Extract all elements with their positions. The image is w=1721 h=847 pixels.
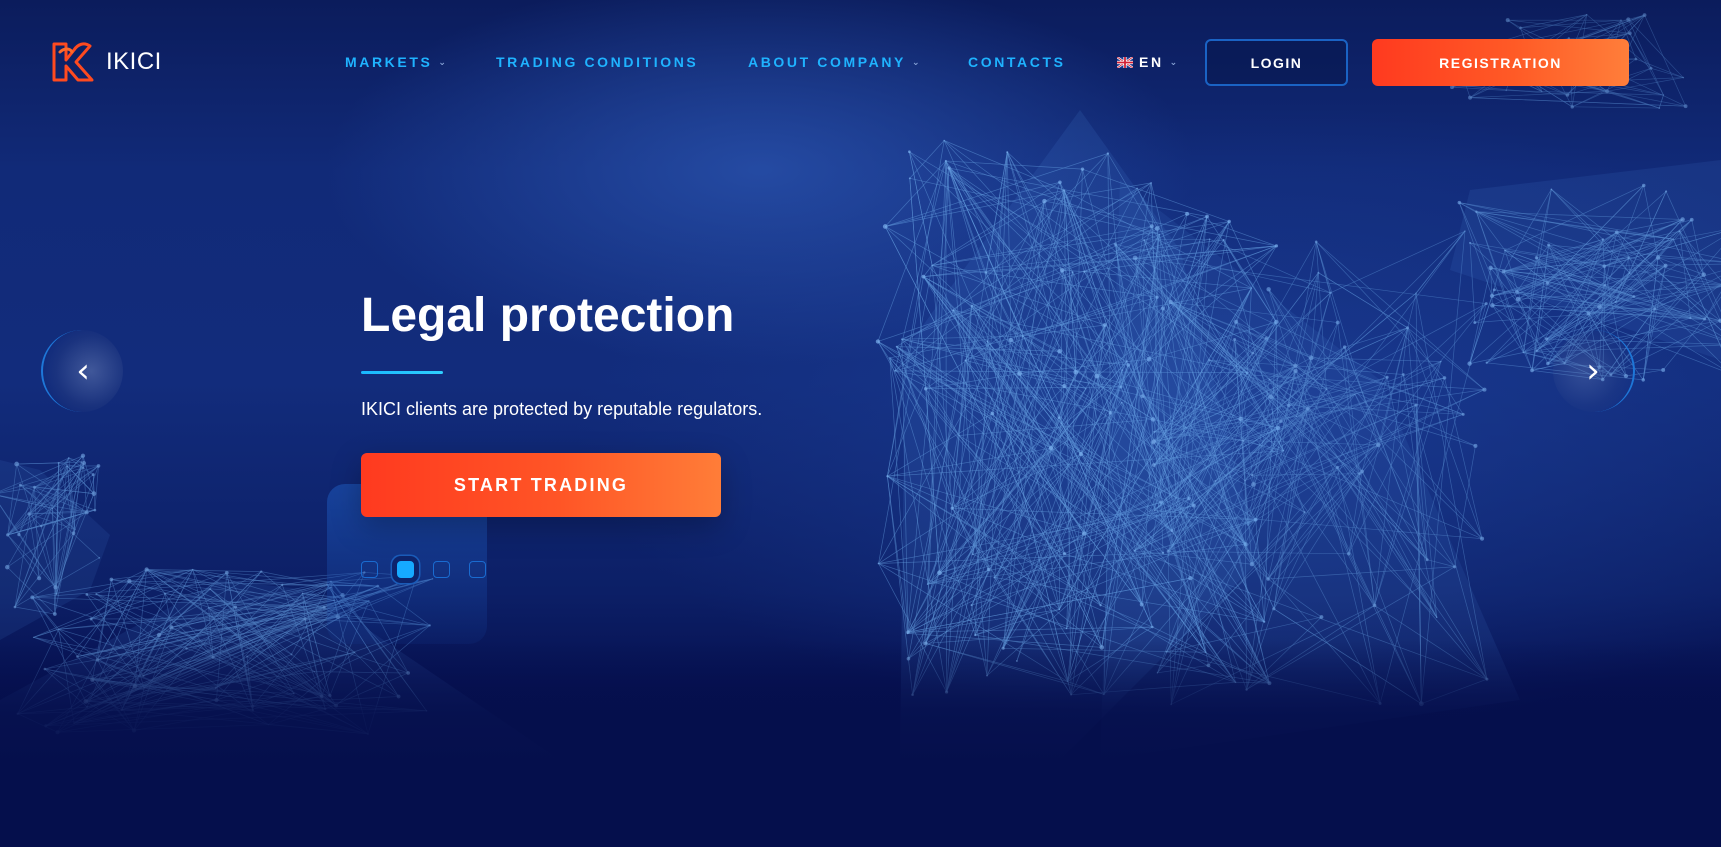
site-header: IKICI MARKETS ⌄ TRADING CONDITIONS ABOUT… [0, 0, 1721, 124]
chevron-down-icon: ⌄ [911, 56, 920, 67]
chevron-down-icon: ⌄ [1169, 56, 1178, 67]
slider-dot-1[interactable] [361, 561, 378, 578]
chevron-right-icon: › [1586, 351, 1600, 391]
nav-item-label: ABOUT COMPANY [748, 54, 906, 70]
slider-dot-3[interactable] [433, 561, 450, 578]
hero-section [0, 0, 1721, 847]
slider-next-button[interactable]: › [1553, 330, 1635, 412]
slider-dot-2[interactable] [397, 561, 414, 578]
logo-text: IKICI [106, 48, 162, 75]
uk-flag-icon [1117, 56, 1133, 68]
registration-button[interactable]: REGISTRATION [1372, 39, 1629, 86]
nav-item-markets[interactable]: MARKETS ⌄ [345, 54, 446, 70]
title-underline [361, 371, 443, 374]
slider-dot-4[interactable] [469, 561, 486, 578]
nav-item-about-company[interactable]: ABOUT COMPANY ⌄ [748, 54, 920, 70]
login-button[interactable]: LOGIN [1205, 39, 1348, 86]
chevron-down-icon: ⌄ [438, 56, 446, 67]
chevron-left-icon: ‹ [76, 351, 90, 391]
k-logo-icon [52, 42, 94, 82]
logo[interactable]: IKICI [50, 40, 162, 84]
nav-item-label: TRADING CONDITIONS [496, 54, 699, 70]
slide-description: IKICI clients are protected by reputable… [361, 399, 763, 419]
nav-item-contacts[interactable]: CONTACTS [968, 54, 1066, 70]
nav-item-trading-conditions[interactable]: TRADING CONDITIONS [496, 54, 698, 70]
slider-prev-button[interactable]: ‹ [41, 330, 123, 412]
language-label: EN [1139, 54, 1164, 70]
slide-title: Legal protection [361, 289, 735, 342]
nav-item-label: CONTACTS [968, 54, 1066, 70]
bottom-fade [0, 640, 1721, 847]
language-selector[interactable]: EN ⌄ [1117, 54, 1177, 70]
start-trading-button[interactable]: START TRADING [361, 453, 721, 517]
nav-item-label: MARKETS [345, 54, 433, 70]
